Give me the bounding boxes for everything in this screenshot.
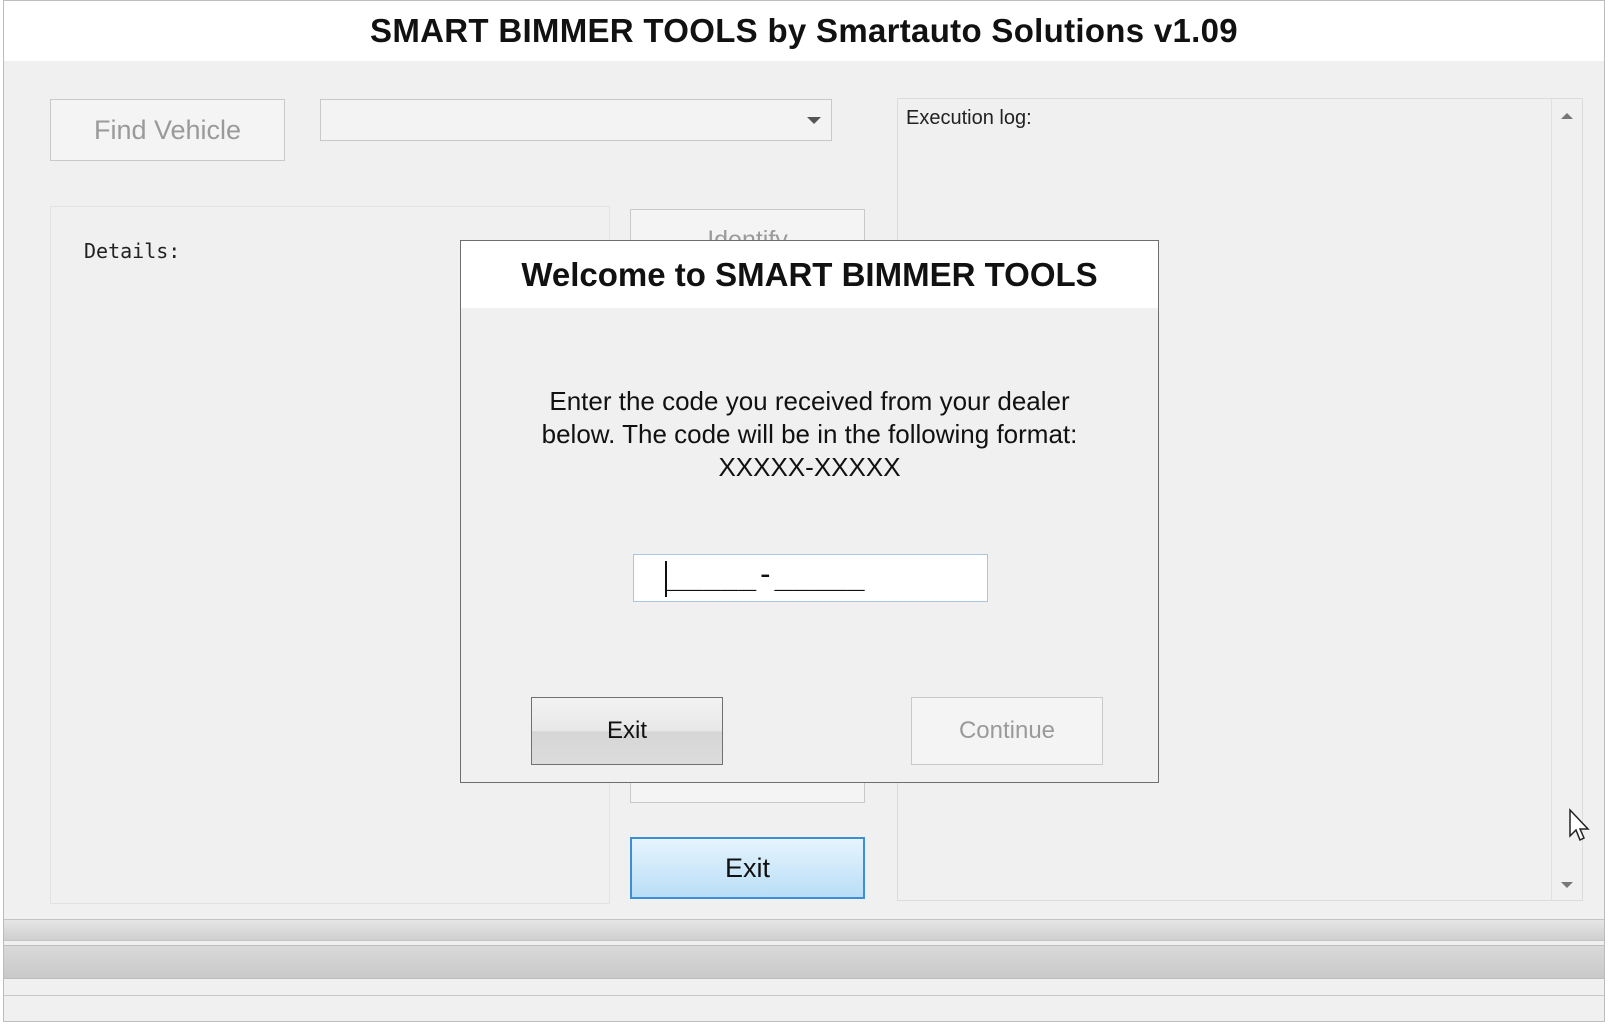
scroll-up-icon[interactable] [1561,113,1573,119]
execution-log-label: Execution log: [906,107,1032,129]
mouse-cursor-icon [1569,808,1590,842]
dialog-title: Welcome to SMART BIMMER TOOLS [521,255,1098,293]
chevron-down-icon [807,117,821,124]
app-window: SMART BIMMER TOOLS by Smartauto Solution… [3,0,1605,1022]
scroll-down-icon[interactable] [1561,882,1573,888]
vehicle-select[interactable] [320,99,832,141]
dialog-message: Enter the code you received from your de… [461,385,1158,484]
title-bar: SMART BIMMER TOOLS by Smartauto Solution… [4,1,1604,61]
dialog-message-line: Enter the code you received from your de… [549,386,1070,416]
details-label: Details: [84,239,181,263]
dialog-message-line: below. The code will be in the following… [541,419,1078,449]
bottom-divider [4,995,1604,996]
dialog-exit-button[interactable]: Exit [531,697,723,765]
code-input-mask: _____-_____ [666,557,865,592]
dialog-header: Welcome to SMART BIMMER TOOLS [461,241,1158,308]
status-bar [4,945,1604,979]
exit-button[interactable]: Exit [630,837,865,899]
log-scrollbar[interactable] [1551,99,1582,900]
code-format-example: XXXXX-XXXXX [718,452,901,482]
activation-code-input[interactable]: _____-_____ [633,554,988,602]
dialog-continue-button[interactable]: Continue [911,697,1103,765]
window-title: SMART BIMMER TOOLS by Smartauto Solution… [370,12,1238,49]
progress-bar [4,919,1604,941]
find-vehicle-button[interactable]: Find Vehicle [50,99,285,161]
welcome-dialog: Welcome to SMART BIMMER TOOLS Enter the … [460,240,1159,783]
